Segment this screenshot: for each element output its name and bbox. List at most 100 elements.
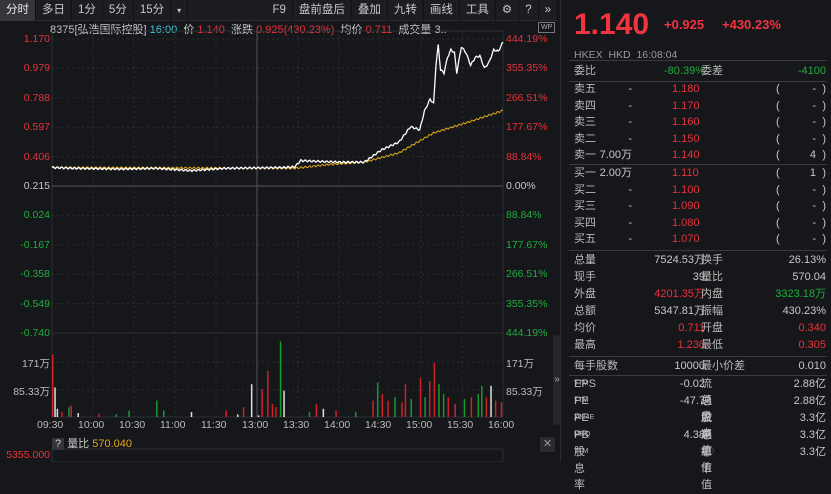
volume-axis-label: 171万: [21, 358, 50, 370]
volume-bar: [68, 407, 70, 417]
volume-bar: [463, 398, 466, 417]
sub-axis-label: 5355.000: [6, 449, 50, 461]
order-level: 卖二: [574, 132, 596, 145]
pct-axis-label: 444.19%: [506, 327, 548, 339]
volume-bar: [98, 413, 100, 417]
order-level: 买二: [574, 183, 596, 196]
order-price: 1.070: [672, 233, 700, 245]
intraday-chart[interactable]: [0, 0, 558, 462]
fund-row: PE TTM -47.7 总股本 2.88亿: [574, 393, 826, 440]
time-axis-label: 10:30: [119, 419, 146, 431]
pct-axis-label: 444.19%: [506, 33, 548, 45]
fund-row: EPS TTM -0.02 流通盘 2.88亿: [574, 376, 826, 423]
paren: ): [822, 132, 826, 145]
stat-label: 均价: [574, 322, 596, 334]
paren: ): [822, 200, 826, 212]
volume-bar: [225, 410, 227, 417]
paren: (: [776, 99, 780, 112]
pct-axis-label: 177.67%: [506, 238, 548, 251]
paren: (: [776, 149, 780, 161]
stat-label: 振幅: [701, 305, 723, 317]
volume-bar: [52, 354, 54, 417]
volume-bar: [128, 410, 130, 417]
fund-label: 总市值 2 ⓘ: [701, 444, 714, 491]
price-axis-label: 0.788: [23, 91, 50, 104]
order-volume: -: [628, 116, 632, 128]
order-level: 买四: [574, 216, 596, 229]
time-axis-label: 13:30: [283, 419, 310, 431]
fund-row: PB MRQ 4.38 总市值 1 3.3亿: [574, 427, 826, 474]
volume-bar: [485, 397, 488, 417]
paren: (: [776, 116, 780, 128]
stat-row: 最高 1.230 最低 0.305: [574, 337, 826, 354]
order-price: 1.110: [672, 167, 699, 179]
stat-label: 最高: [574, 339, 596, 351]
fund-label-text: PE: [574, 412, 589, 424]
lot-label: 每手股数: [574, 360, 618, 372]
fund-value: 3.3亿: [799, 412, 826, 424]
volume-bar: [261, 389, 263, 417]
volume-bar: [77, 413, 79, 417]
volume-bar: [115, 414, 118, 417]
volume-bar: [381, 394, 384, 417]
price-axis-label: -0.740: [20, 327, 50, 339]
price-axis-label: 0.215: [23, 180, 50, 192]
order-count: -: [812, 233, 816, 245]
stat-value: 0.340: [798, 322, 826, 334]
volume-bar: [250, 384, 253, 417]
time-axis-label: 15:30: [447, 419, 474, 431]
volume-bar: [242, 407, 245, 417]
stat-value: 26.13%: [788, 254, 826, 266]
price-axis-label: -0.358: [20, 268, 50, 281]
paren: ): [822, 183, 826, 196]
paren: (: [776, 83, 780, 95]
volume-bar: [447, 397, 449, 417]
stat-value: 0.305: [798, 339, 826, 351]
order-level: 买三: [574, 200, 596, 212]
fund-value: 2.88亿: [793, 378, 826, 390]
stat-value: 3323.18万: [775, 288, 826, 300]
help-button[interactable]: ?: [52, 438, 65, 450]
stat-row: 总额 5347.81万 振幅 430.23%: [574, 303, 826, 320]
fund-row: PE 2024E - 流通值 3.3亿: [574, 410, 826, 457]
volume-bar: [322, 408, 325, 417]
sub-indicator-bar: ? 量比 570.040: [52, 437, 132, 452]
order-price: 1.140: [672, 149, 700, 161]
order-count: -: [812, 216, 816, 229]
time-axis-label: 13:00: [242, 419, 269, 431]
fund-label-text: EPS: [574, 378, 597, 390]
order-book-row: 卖二 1.150 - (-): [574, 131, 826, 148]
stat-value: 5347.81万: [654, 305, 705, 317]
bid-ratio-label: 委比: [574, 65, 596, 77]
pct-axis-label: 88.84%: [506, 209, 542, 222]
volume-bar: [442, 394, 445, 417]
price-line: [51, 41, 504, 173]
volume-bar: [275, 407, 277, 417]
bid-ratio-value: -80.39%: [664, 65, 705, 77]
lot-row: 每手股数 10000 最小价差 0.010: [574, 358, 826, 375]
order-level: 卖三: [574, 116, 596, 128]
close-sub-button[interactable]: ✕: [540, 437, 555, 452]
time-axis-label: 15:00: [406, 419, 433, 431]
volume-bar: [490, 385, 492, 417]
bid-diff-value: -4100: [797, 65, 826, 77]
volume-axis-label: 85.33万: [506, 386, 543, 398]
pct-axis-label: 355.35%: [506, 62, 548, 75]
volume-bar: [419, 377, 422, 417]
volume-bar: [279, 341, 282, 417]
stat-value: 430.23%: [782, 305, 826, 317]
time-axis-label: 09:30: [37, 419, 64, 431]
price-axis-label: 0.597: [23, 121, 50, 134]
volume-axis-label: 171万: [506, 358, 535, 370]
order-count: 1: [809, 167, 816, 179]
volume-bar: [354, 412, 357, 417]
stat-label: 内盘: [701, 288, 723, 300]
fund-label-text: 总市值: [701, 446, 712, 491]
volume-bar: [433, 362, 436, 417]
volume-bar: [156, 400, 158, 417]
divider: [569, 60, 827, 61]
order-count: -: [812, 132, 816, 145]
order-book-row: 卖一 1.140 7.00万 (4): [574, 147, 826, 164]
paren: ): [822, 83, 826, 95]
pct-axis-label: 88.84%: [506, 150, 542, 163]
